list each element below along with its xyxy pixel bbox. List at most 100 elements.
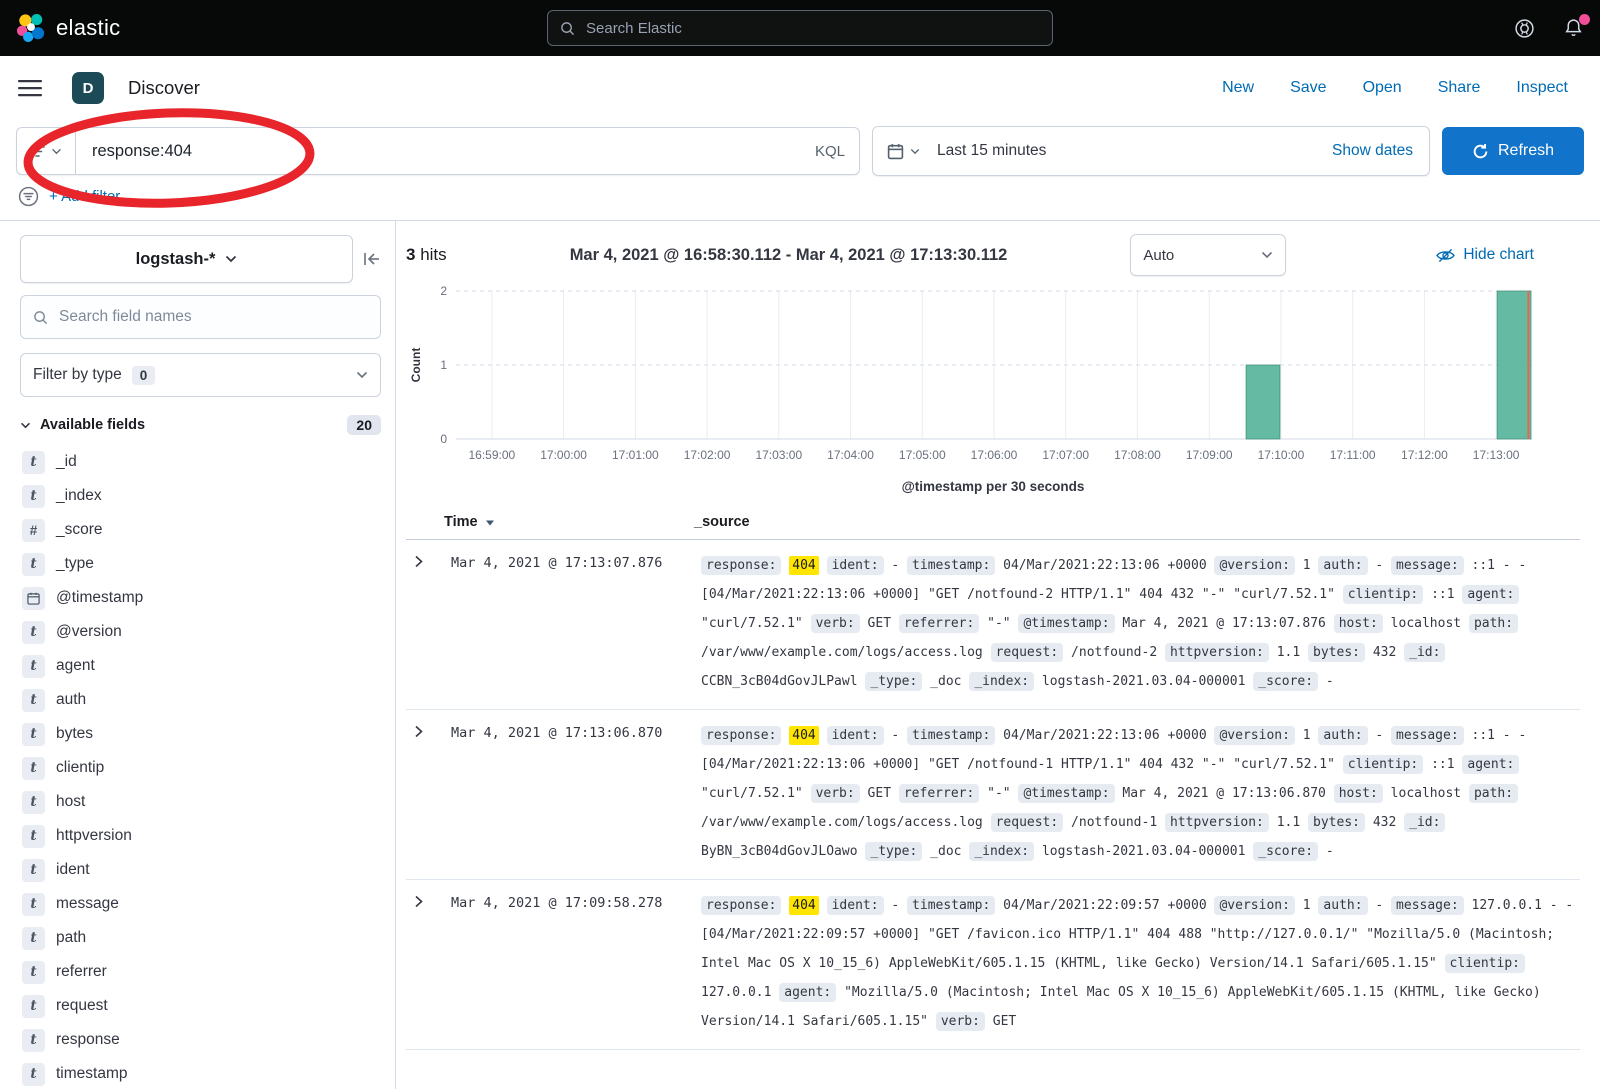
field-item-path[interactable]: tpath	[20, 921, 381, 955]
source-field-badge: auth:	[1318, 726, 1367, 745]
source-field-badge: clientip:	[1445, 954, 1525, 973]
field-item-agent[interactable]: tagent	[20, 649, 381, 683]
field-item-_type[interactable]: t_type	[20, 547, 381, 581]
available-fields-count: 20	[347, 415, 381, 435]
field-type-string-icon: t	[22, 927, 45, 950]
source-field-badge: _score:	[1253, 842, 1318, 861]
field-item-_id[interactable]: t_id	[20, 445, 381, 479]
expand-row-chevron-icon[interactable]	[406, 891, 451, 908]
available-fields-header[interactable]: Available fields 20	[20, 415, 381, 435]
global-search[interactable]	[547, 10, 1053, 46]
source-field-value: "-"	[987, 786, 1010, 801]
y-tick-label: 2	[440, 284, 447, 298]
menu-icon[interactable]	[18, 79, 44, 97]
sort-down-icon	[485, 518, 495, 527]
refresh-button[interactable]: Refresh	[1442, 127, 1584, 175]
field-item-bytes[interactable]: tbytes	[20, 717, 381, 751]
menu-item-inspect[interactable]: Inspect	[1516, 79, 1568, 97]
field-item-_index[interactable]: t_index	[20, 479, 381, 513]
doc-source: response: 404 ident: - timestamp: 04/Mar…	[701, 891, 1580, 1036]
time-column-header[interactable]: Time	[444, 514, 694, 530]
field-item-response[interactable]: tresponse	[20, 1023, 381, 1057]
header-menu: New Save Open Share Inspect	[1222, 79, 1582, 97]
filter-circle-icon[interactable]	[18, 186, 39, 207]
help-icon[interactable]	[1514, 18, 1535, 39]
field-item-ident[interactable]: tident	[20, 853, 381, 887]
hits-label: hits	[420, 245, 446, 264]
field-name: httpversion	[56, 827, 132, 845]
source-field-badge: message:	[1391, 896, 1464, 915]
source-field-value: ::1	[1431, 587, 1454, 602]
source-field-value: -	[1326, 674, 1334, 689]
field-name: _type	[56, 555, 94, 573]
source-field-value: _doc	[930, 844, 961, 859]
x-tick-label: 17:10:00	[1258, 448, 1305, 462]
space-avatar[interactable]: D	[72, 72, 104, 104]
menu-item-save[interactable]: Save	[1290, 79, 1326, 97]
field-item-@version[interactable]: t@version	[20, 615, 381, 649]
filter-bar: + Add filter	[0, 184, 1600, 220]
source-field-badge: agent:	[1462, 585, 1519, 604]
filter-by-type-count: 0	[132, 366, 156, 385]
source-field-value: 127.0.0.1	[701, 985, 771, 1000]
hide-chart-link[interactable]: Hide chart	[1436, 246, 1534, 264]
global-header: elastic	[0, 0, 1600, 56]
show-dates-link[interactable]: Show dates	[1332, 142, 1429, 160]
chevron-down-icon	[225, 255, 237, 263]
field-name: @timestamp	[56, 589, 143, 607]
query-language-button[interactable]: KQL	[815, 143, 845, 160]
field-name: ident	[56, 861, 90, 879]
collapse-sidebar-icon[interactable]	[363, 251, 381, 267]
field-item-clientip[interactable]: tclientip	[20, 751, 381, 785]
add-filter-link[interactable]: + Add filter	[49, 188, 120, 205]
field-name: referrer	[56, 963, 107, 981]
field-item-timestamp[interactable]: ttimestamp	[20, 1057, 381, 1089]
global-search-input[interactable]	[584, 19, 1040, 38]
source-field-badge: ident:	[827, 556, 884, 575]
field-item-request[interactable]: trequest	[20, 989, 381, 1023]
table-row: Mar 4, 2021 @ 17:09:58.278response: 404 …	[406, 880, 1580, 1050]
histogram-svg[interactable]: 16:59:0017:00:0017:01:0017:02:0017:03:00…	[406, 281, 1551, 471]
source-field-badge: message:	[1391, 726, 1464, 745]
expand-row-chevron-icon[interactable]	[406, 721, 451, 738]
source-field-badge: _index:	[969, 672, 1034, 691]
query-menu-button[interactable]	[16, 127, 75, 175]
chart-x-axis-title: @timestamp per 30 seconds	[406, 479, 1580, 494]
histogram-bar	[1497, 291, 1531, 439]
source-field-badge: response:	[701, 896, 781, 915]
field-name: path	[56, 929, 86, 947]
field-item-host[interactable]: thost	[20, 785, 381, 819]
brand-name: elastic	[56, 15, 120, 41]
time-range-value[interactable]: Last 15 minutes	[933, 142, 1046, 160]
x-tick-label: 16:59:00	[469, 448, 516, 462]
field-item-@timestamp[interactable]: @timestamp	[20, 581, 381, 615]
filter-by-type[interactable]: Filter by type 0	[20, 353, 381, 397]
menu-item-open[interactable]: Open	[1363, 79, 1402, 97]
field-item-_score[interactable]: #_score	[20, 513, 381, 547]
doc-source: response: 404 ident: - timestamp: 04/Mar…	[701, 721, 1580, 866]
source-field-badge: timestamp:	[907, 556, 995, 575]
source-field-badge: referrer:	[899, 784, 979, 803]
source-field-badge: timestamp:	[907, 896, 995, 915]
field-item-httpversion[interactable]: thttpversion	[20, 819, 381, 853]
field-search[interactable]	[20, 295, 381, 339]
time-column-label: Time	[444, 514, 478, 530]
field-search-input[interactable]	[57, 307, 368, 327]
index-pattern-selector[interactable]: logstash-*	[20, 235, 353, 283]
chevron-down-icon	[51, 148, 62, 155]
source-field-value: 1	[1303, 558, 1311, 573]
source-field-value: /notfound-2	[1071, 645, 1157, 660]
source-field-value: GET	[868, 786, 891, 801]
menu-item-share[interactable]: Share	[1438, 79, 1481, 97]
menu-item-new[interactable]: New	[1222, 79, 1254, 97]
elastic-logo[interactable]: elastic	[16, 13, 120, 43]
calendar-button[interactable]	[873, 143, 933, 160]
field-item-message[interactable]: tmessage	[20, 887, 381, 921]
interval-select[interactable]: Auto	[1130, 234, 1286, 276]
query-input[interactable]	[90, 141, 805, 162]
expand-row-chevron-icon[interactable]	[406, 551, 451, 568]
source-field-value: logstash-2021.03.04-000001	[1042, 844, 1246, 859]
field-item-referrer[interactable]: treferrer	[20, 955, 381, 989]
alerts-bell-icon[interactable]	[1563, 18, 1584, 39]
field-item-auth[interactable]: tauth	[20, 683, 381, 717]
